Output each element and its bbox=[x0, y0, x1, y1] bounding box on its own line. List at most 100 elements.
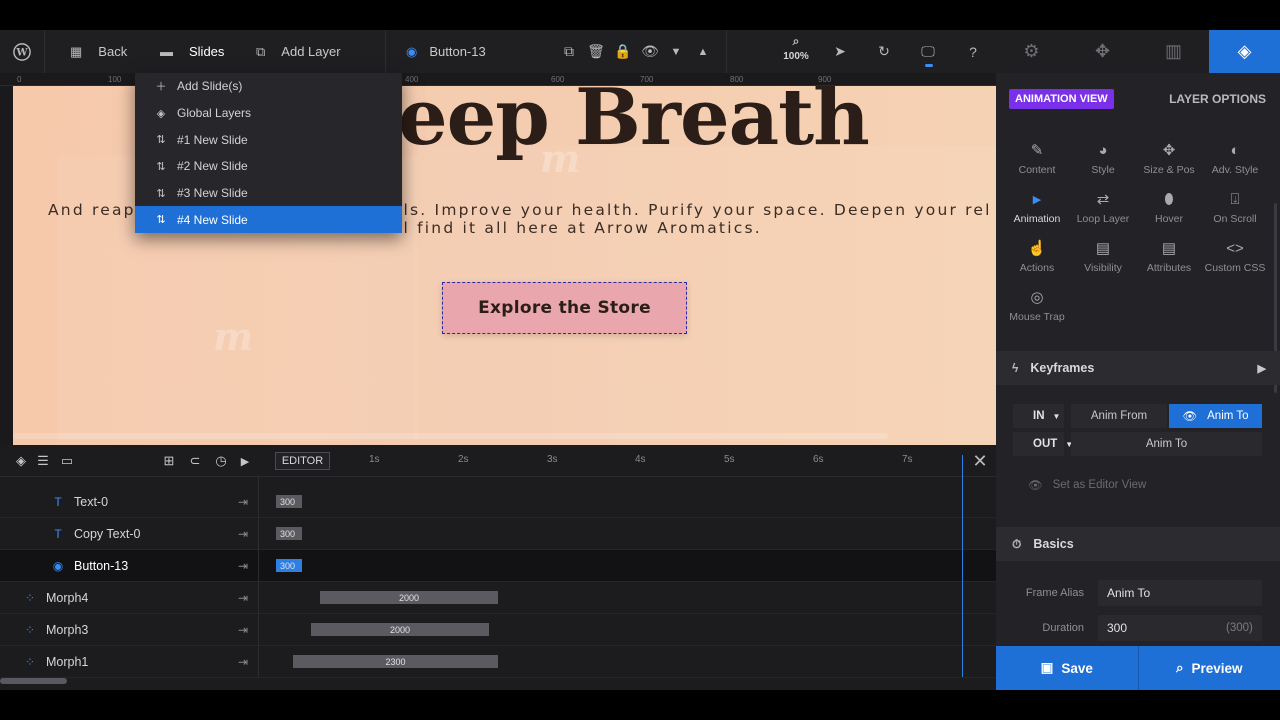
timeline-bar[interactable]: 2300 bbox=[293, 655, 498, 668]
anim-from-button[interactable]: Anim From bbox=[1071, 404, 1167, 428]
zoom-control[interactable]: ⌕ 100% bbox=[778, 34, 814, 62]
preview-button[interactable]: ⌕ Preview bbox=[1137, 646, 1280, 690]
navigation-tab-icon[interactable]: ✥ bbox=[1067, 30, 1138, 73]
timeline-row-text-0[interactable]: T Text-0 ⇥ 300 bbox=[0, 486, 996, 518]
save-button[interactable]: ▣ Save bbox=[996, 646, 1138, 690]
option-label: Mouse Trap bbox=[1009, 311, 1065, 323]
slide-subtext-line-1-right[interactable]: ils. Improve your health. Purify your sp… bbox=[397, 201, 992, 219]
basics-header[interactable]: ⏱ Basics bbox=[996, 527, 1280, 561]
help-icon[interactable]: ? bbox=[960, 30, 986, 73]
frame-alias-input[interactable]: Anim To bbox=[1098, 580, 1262, 606]
duration-default-hint: (300) bbox=[1226, 622, 1253, 634]
out-anim-to-button[interactable]: Anim To bbox=[1071, 432, 1262, 456]
option-hover[interactable]: ⬮ Hover bbox=[1136, 190, 1202, 225]
timeline-bar[interactable]: 300 bbox=[276, 527, 302, 540]
move-icon: ✥ bbox=[1162, 142, 1176, 159]
expand-arrow-icon[interactable]: ⇥ bbox=[238, 614, 248, 646]
menu-global-layers[interactable]: ◈ Global Layers bbox=[135, 100, 402, 127]
eye-icon[interactable]: 👁 bbox=[637, 30, 663, 73]
timeline-scrollbar[interactable] bbox=[0, 678, 67, 684]
option-custom-css[interactable]: <> Custom CSS bbox=[1202, 239, 1268, 274]
slides-button[interactable]: ▬ Slides bbox=[160, 30, 224, 73]
explore-store-button[interactable]: Explore the Store bbox=[442, 282, 687, 334]
time-mark: 1s bbox=[369, 454, 380, 465]
option-size-pos[interactable]: ✥ Size & Pos bbox=[1136, 141, 1202, 176]
option-content[interactable]: ✎ Content bbox=[1004, 141, 1070, 176]
option-on-scroll[interactable]: ⍗ On Scroll bbox=[1202, 190, 1268, 225]
set-editor-view-button[interactable]: 👁 Set as Editor View bbox=[1028, 478, 1146, 492]
cursor-icon[interactable]: ➤ bbox=[827, 30, 853, 73]
option-label: Actions bbox=[1019, 262, 1055, 274]
keyframes-header[interactable]: ϟ Keyframes ▶ bbox=[996, 351, 1280, 385]
slides-tab-icon[interactable]: ▥ bbox=[1138, 30, 1209, 73]
option-label: Loop Layer bbox=[1076, 213, 1130, 225]
caret-down-icon[interactable]: ▼ bbox=[663, 30, 689, 73]
expand-arrow-icon[interactable]: ⇥ bbox=[238, 486, 248, 518]
current-layer-selector[interactable]: ◉ Button-13 bbox=[406, 30, 486, 73]
slide-subtext-line-1-left[interactable]: And reap bbox=[48, 201, 136, 219]
magnet-icon[interactable]: ⊂ bbox=[184, 445, 206, 477]
caret-up-icon[interactable]: ▲ bbox=[690, 30, 716, 73]
in-selector[interactable]: IN ▼ bbox=[1013, 404, 1064, 428]
timeline-bar[interactable]: 300 bbox=[276, 559, 302, 572]
layer-name: Text-0 bbox=[74, 495, 109, 509]
search-icon: ⌕ bbox=[1175, 660, 1184, 675]
undo-icon[interactable]: ↻ bbox=[871, 30, 897, 73]
timeline-row-copy-text-0[interactable]: T Copy Text-0 ⇥ 300 bbox=[0, 518, 996, 550]
timeline-row-morph4[interactable]: ⁘ Morph4 ⇥ 2000 bbox=[0, 582, 996, 614]
slide-headline[interactable]: eep Breath bbox=[398, 86, 870, 163]
option-animation[interactable]: ▶ Animation bbox=[1004, 190, 1070, 225]
menu-slide-1[interactable]: ⇅ #1 New Slide bbox=[135, 126, 402, 153]
timer-icon[interactable]: ◷ bbox=[210, 445, 232, 477]
layer-options-title[interactable]: LAYER OPTIONS bbox=[1169, 92, 1266, 106]
lock-icon[interactable]: 🔒 bbox=[610, 30, 636, 73]
grid-select-icon[interactable]: ⊞ bbox=[158, 445, 180, 477]
duplicate-icon[interactable]: ⧉ bbox=[556, 30, 582, 73]
back-button[interactable]: ▦ Back bbox=[70, 30, 127, 73]
timeline-playhead[interactable] bbox=[962, 455, 963, 677]
timeline-bar[interactable]: 2000 bbox=[320, 591, 498, 604]
expand-arrow-icon[interactable]: ⇥ bbox=[238, 550, 248, 582]
menu-add-slides[interactable]: ＋ Add Slide(s) bbox=[135, 73, 402, 100]
layers-tab-icon[interactable]: ◈ bbox=[1209, 30, 1280, 73]
timeline-row-morph1[interactable]: ⁘ Morph1 ⇥ 2300 bbox=[0, 646, 996, 678]
option-mouse-trap[interactable]: ◎ Mouse Trap bbox=[1004, 288, 1070, 323]
menu-slide-4[interactable]: ⇅ #4 New Slide bbox=[135, 206, 402, 234]
option-adv-style[interactable]: ◐ Adv. Style bbox=[1202, 141, 1268, 176]
add-layer-button[interactable]: ⧉ Add Layer bbox=[256, 30, 341, 73]
timeline-bar[interactable]: 2000 bbox=[311, 623, 489, 636]
morph-layer-icon: ⁘ bbox=[24, 591, 36, 605]
anim-to-button[interactable]: 👁 Anim To bbox=[1169, 404, 1262, 428]
out-selector[interactable]: OUT ▼ bbox=[1013, 432, 1073, 456]
expand-arrow-icon[interactable]: ⇥ bbox=[238, 582, 248, 614]
option-attributes[interactable]: ▤ Attributes bbox=[1136, 239, 1202, 274]
play-keyframes-icon[interactable]: ▶ bbox=[1258, 351, 1266, 385]
slide-subtext-line-2[interactable]: ll find it all here at Arrow Aromatics. bbox=[397, 219, 762, 237]
wordpress-logo-icon[interactable]: W bbox=[8, 30, 36, 73]
grid-icon: ▦ bbox=[70, 43, 83, 59]
folder-icon[interactable]: ▭ bbox=[56, 445, 78, 477]
editor-button[interactable]: EDITOR bbox=[275, 452, 330, 470]
list-icon[interactable]: ☰ bbox=[32, 445, 54, 477]
delete-icon[interactable]: 🗑 bbox=[583, 30, 609, 73]
settings-tab-gear-icon[interactable]: ⚙ bbox=[996, 30, 1067, 73]
expand-arrow-icon[interactable]: ⇥ bbox=[238, 518, 248, 550]
menu-slide-3[interactable]: ⇅ #3 New Slide bbox=[135, 180, 402, 207]
ruler-tick: 400 bbox=[405, 75, 419, 84]
option-loop-layer[interactable]: ⇄ Loop Layer bbox=[1070, 190, 1136, 225]
layers-icon[interactable]: ◈ bbox=[10, 445, 32, 477]
canvas-scrollbar[interactable] bbox=[13, 433, 888, 439]
animation-view-badge[interactable]: ANIMATION VIEW bbox=[1009, 89, 1114, 109]
option-style[interactable]: ◕ Style bbox=[1070, 141, 1136, 176]
menu-slide-2[interactable]: ⇅ #2 New Slide bbox=[135, 153, 402, 180]
menu-item-label: Add Slide(s) bbox=[177, 79, 243, 94]
expand-arrow-icon[interactable]: ⇥ bbox=[238, 646, 248, 678]
timeline-row-morph3[interactable]: ⁘ Morph3 ⇥ 2000 bbox=[0, 614, 996, 646]
timeline-bar[interactable]: 300 bbox=[276, 495, 302, 508]
ruler-tick: 800 bbox=[730, 75, 744, 84]
play-icon[interactable]: ▶ bbox=[234, 445, 256, 477]
option-visibility[interactable]: ▤ Visibility bbox=[1070, 239, 1136, 274]
close-timeline-icon[interactable]: ✕ bbox=[968, 445, 992, 477]
timeline-row-button-13[interactable]: ◉ Button-13 ⇥ 300 bbox=[0, 550, 996, 582]
option-actions[interactable]: ☝ Actions bbox=[1004, 239, 1070, 274]
